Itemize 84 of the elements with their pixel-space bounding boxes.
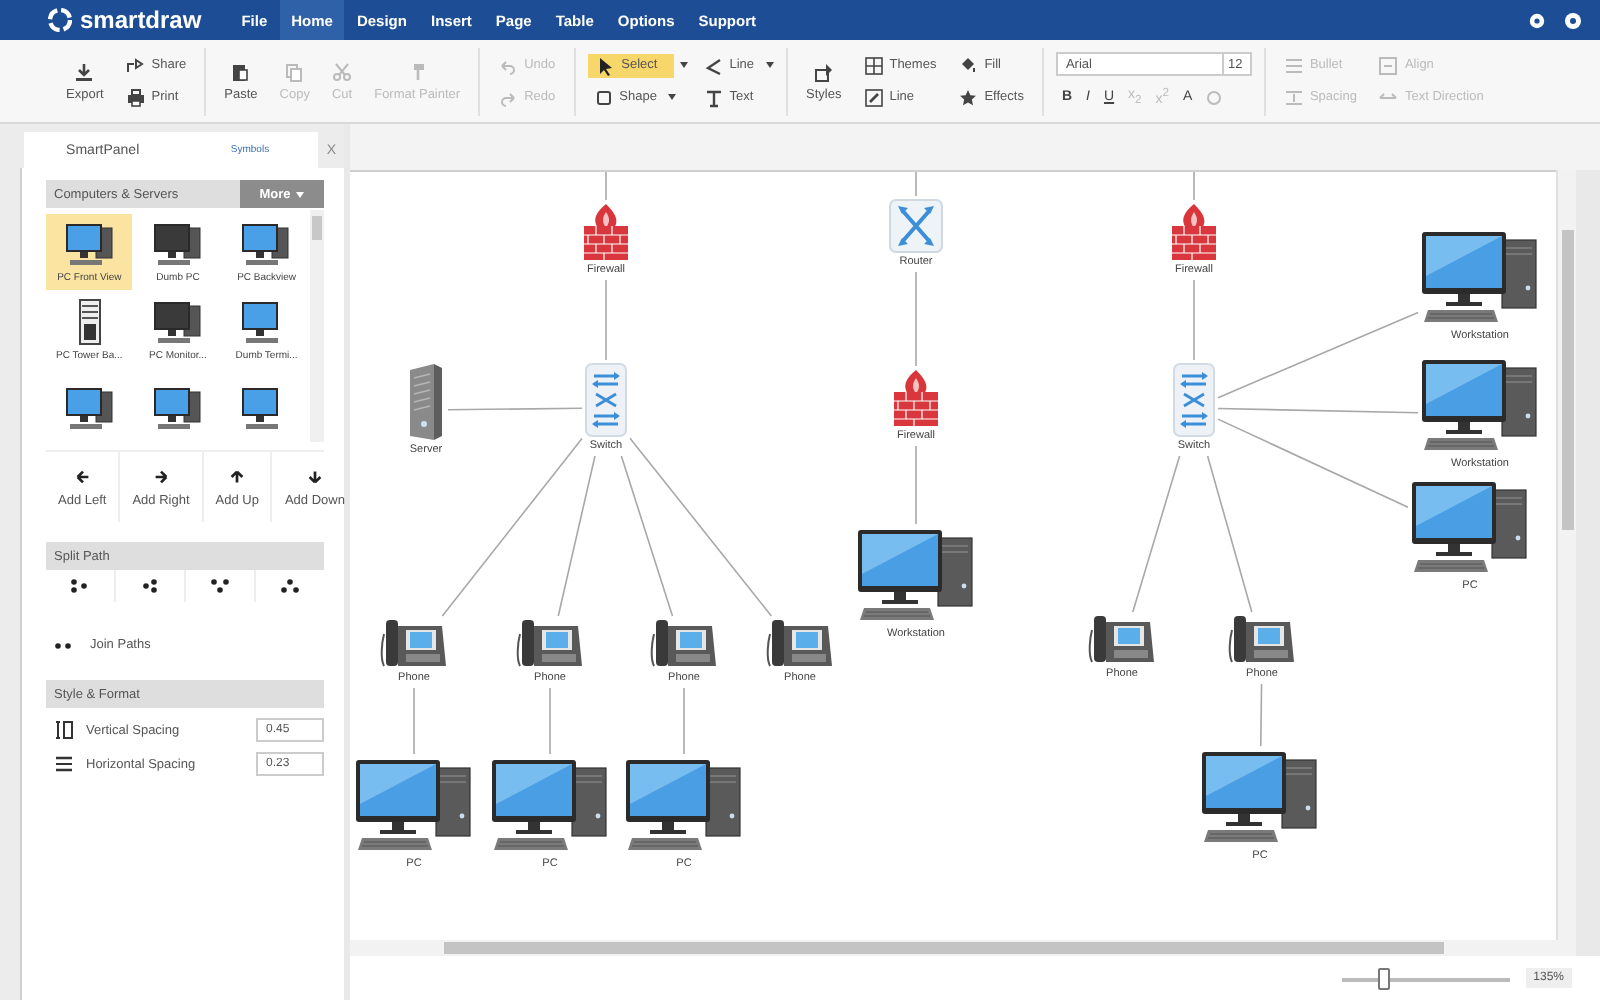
computer-drawing	[1410, 478, 1530, 578]
computer-drawing	[624, 756, 744, 856]
caret-icon	[296, 191, 305, 197]
connector-line	[549, 687, 551, 755]
pencil-icon	[863, 87, 884, 107]
computer-icon	[151, 220, 204, 268]
styles-icon	[813, 61, 834, 81]
computer-icon	[151, 384, 204, 432]
connector-line	[915, 172, 917, 197]
connector-line	[915, 271, 917, 367]
computer-drawing	[1420, 356, 1540, 456]
phone-drawing	[650, 618, 718, 670]
connector-line	[1193, 279, 1195, 361]
share-icon	[125, 55, 146, 75]
undo-icon	[498, 55, 519, 75]
phone-drawing	[766, 618, 834, 670]
connector-line	[447, 407, 583, 411]
caret-icon[interactable]	[668, 94, 677, 100]
clipboard-icon	[230, 61, 251, 81]
star-icon	[958, 87, 979, 107]
connector-line	[1193, 172, 1195, 201]
computer-drawing	[490, 756, 610, 856]
computer-icon	[63, 384, 116, 432]
grid-icon	[863, 55, 884, 75]
redo-icon	[498, 87, 519, 107]
computer-icon	[151, 298, 204, 346]
scrollbar[interactable]	[310, 210, 324, 442]
help-icon[interactable]	[1564, 11, 1582, 29]
firewall-drawing	[890, 368, 942, 428]
slider-thumb[interactable]	[1377, 967, 1390, 989]
cursor-icon	[595, 55, 616, 75]
arrow-left-icon	[73, 467, 92, 485]
dots-icon	[280, 576, 300, 596]
dots-icon	[70, 576, 90, 596]
copy-icon	[284, 61, 305, 81]
switch-drawing	[1172, 362, 1216, 438]
computer-drawing	[1200, 748, 1320, 848]
arrow-right-icon	[151, 467, 170, 485]
caret-icon[interactable]	[679, 62, 688, 68]
settings-icon[interactable]	[1528, 11, 1546, 29]
arrow-down-icon	[305, 467, 324, 485]
align-icon	[1378, 55, 1399, 75]
scrollbar-thumb[interactable]	[1562, 230, 1574, 530]
square-icon	[593, 87, 614, 107]
scissors-icon	[332, 61, 353, 81]
dots-icon	[210, 576, 230, 596]
scrollbar-thumb[interactable]	[444, 942, 1444, 954]
download-icon	[74, 61, 95, 81]
horizontal-spacing-icon	[54, 754, 74, 774]
computer-drawing	[1420, 228, 1540, 328]
server-drawing	[406, 362, 446, 442]
bucket-icon	[958, 55, 979, 75]
computer-icon	[240, 220, 293, 268]
switch-drawing	[584, 362, 628, 438]
connector-line	[605, 279, 607, 361]
scrollbar-thumb[interactable]	[312, 216, 322, 240]
firewall-drawing	[1168, 202, 1220, 262]
spacing-icon	[1283, 87, 1304, 107]
phone-drawing	[1228, 614, 1296, 666]
list-icon	[1283, 55, 1304, 75]
router-drawing	[888, 198, 944, 254]
vertical-spacing-icon	[54, 720, 74, 740]
logo-text: smartdraw	[80, 6, 202, 34]
computer-icon	[63, 220, 116, 268]
phone-drawing	[380, 618, 448, 670]
scrollbar[interactable]	[350, 940, 1576, 956]
text-cursor-icon	[703, 87, 724, 107]
arrow-up-icon	[228, 467, 247, 485]
connector-line	[1259, 683, 1263, 747]
phone-drawing	[1088, 614, 1156, 666]
computer-drawing	[354, 756, 474, 856]
phone-drawing	[516, 618, 584, 670]
printer-icon	[125, 87, 146, 107]
logo-icon	[48, 8, 72, 32]
connector-line	[915, 445, 917, 525]
connector-line	[413, 687, 415, 755]
caret-icon[interactable]	[766, 62, 775, 68]
firewall-drawing	[580, 202, 632, 262]
connector-line	[605, 172, 607, 201]
computer-drawing	[856, 526, 976, 626]
dots-icon	[54, 639, 74, 651]
connector-line	[683, 687, 685, 755]
dots-icon	[140, 576, 160, 596]
line-icon	[703, 55, 724, 75]
